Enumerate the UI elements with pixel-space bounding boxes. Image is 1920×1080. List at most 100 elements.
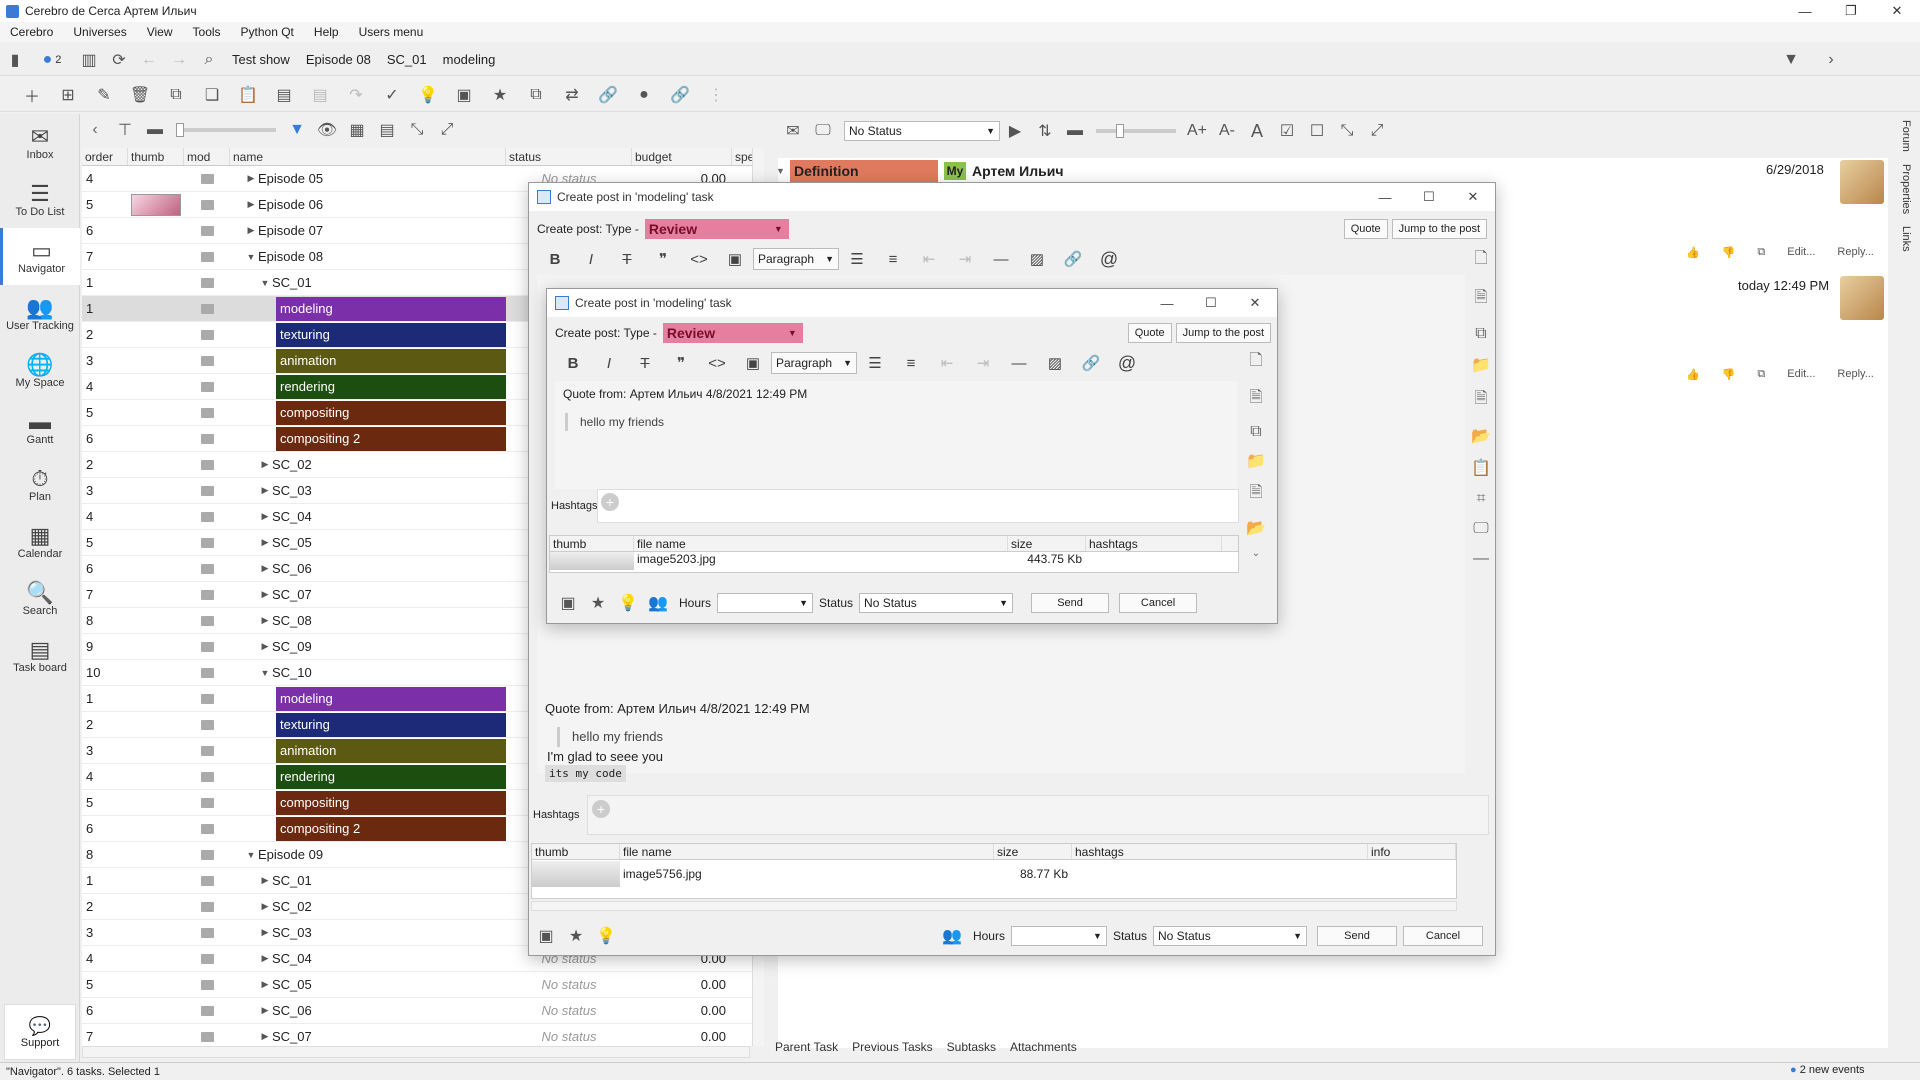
numbered-list-icon[interactable]: ≡ bbox=[875, 245, 911, 273]
monitor-icon[interactable]: 🖵 bbox=[808, 117, 838, 145]
screen-icon[interactable]: 🖵 bbox=[1473, 520, 1488, 538]
status-select[interactable]: No Status ▼ bbox=[859, 593, 1014, 613]
forum-zoom-slider[interactable] bbox=[1096, 124, 1176, 138]
users-icon[interactable]: 👥 bbox=[937, 922, 967, 950]
bold-icon[interactable]: B bbox=[555, 349, 591, 377]
breadcrumb-episode[interactable]: Episode 08 bbox=[298, 52, 379, 67]
outdent-icon[interactable]: ⇤ bbox=[929, 349, 965, 377]
expand-arrow-icon[interactable]: ▶ bbox=[258, 1031, 272, 1042]
idea-icon[interactable]: 💡 bbox=[591, 922, 621, 950]
star-icon[interactable]: ★ bbox=[583, 589, 613, 617]
copy-structure-icon[interactable]: ⧉ bbox=[158, 81, 194, 109]
blockquote-icon[interactable]: ❞ bbox=[645, 245, 681, 273]
numbered-list-icon[interactable]: ≡ bbox=[893, 349, 929, 377]
thumb-toggle-icon[interactable]: ▬ bbox=[140, 116, 170, 144]
mention-icon[interactable]: @ bbox=[1109, 349, 1145, 377]
sidebar-item-navigator[interactable]: ▭ Navigator bbox=[0, 228, 80, 285]
check-icon[interactable]: ✓ bbox=[374, 81, 410, 109]
bullet-list-icon[interactable]: ☰ bbox=[857, 349, 893, 377]
expand-arrow-icon[interactable]: ▶ bbox=[258, 485, 272, 496]
link-icon[interactable]: 🔗 bbox=[1055, 245, 1091, 273]
code-block-icon[interactable]: ▣ bbox=[717, 245, 753, 273]
col-thumb[interactable]: thumb bbox=[128, 148, 184, 165]
sidebar-item-todo[interactable]: ☰ To Do List bbox=[0, 171, 80, 228]
col-order[interactable]: order bbox=[82, 148, 128, 165]
attach-icon[interactable]: ▣ bbox=[531, 922, 561, 950]
more-icon[interactable]: ⌄ bbox=[1252, 548, 1260, 559]
copy-icon[interactable]: ⧉ bbox=[1757, 368, 1765, 381]
forward-icon[interactable]: → bbox=[164, 46, 194, 74]
post-type-select[interactable]: Review ▼ bbox=[644, 219, 789, 239]
back-icon[interactable]: ← bbox=[134, 46, 164, 74]
col-budget[interactable]: budget bbox=[632, 148, 732, 165]
hours-input[interactable]: ▼ bbox=[717, 593, 814, 613]
image-icon[interactable]: ▨ bbox=[1037, 349, 1073, 377]
tree-hscrollbar[interactable] bbox=[82, 1046, 750, 1058]
dislike-icon[interactable]: 👎 bbox=[1722, 246, 1736, 259]
strikethrough-icon[interactable]: T bbox=[627, 349, 663, 377]
expand-arrow-icon[interactable]: ▶ bbox=[258, 927, 272, 938]
italic-icon[interactable]: I bbox=[591, 349, 627, 377]
expand-arrow-icon[interactable]: ▶ bbox=[258, 511, 272, 522]
square-icon[interactable]: ☐ bbox=[1302, 117, 1332, 145]
thumb-toggle-icon[interactable]: ▬ bbox=[1060, 117, 1090, 145]
sidebar-item-plan[interactable]: ⏱ Plan bbox=[0, 456, 80, 513]
expand-arrow-icon[interactable]: ▶ bbox=[258, 1005, 272, 1016]
clipboard-disabled-icon[interactable]: ▤ bbox=[302, 81, 338, 109]
col-status[interactable]: status bbox=[506, 148, 632, 165]
table-icon[interactable]: ▦ bbox=[342, 116, 372, 144]
folder-icon[interactable]: 📁 bbox=[1471, 355, 1491, 375]
bullet-list-icon[interactable]: ☰ bbox=[839, 245, 875, 273]
col-name[interactable]: name bbox=[230, 148, 506, 165]
eye-icon[interactable]: 👁 bbox=[312, 116, 342, 144]
expand-arrow-icon[interactable]: ▶ bbox=[244, 225, 258, 236]
screenshot-icon[interactable]: ⌗ bbox=[1476, 490, 1485, 508]
reply-button[interactable]: Reply... bbox=[1837, 246, 1873, 259]
tree-row[interactable]: 7 ▶ SC_07 No status 0.00 bbox=[82, 1024, 764, 1046]
tab-links[interactable]: Links bbox=[1900, 220, 1912, 258]
report-icon[interactable]: ▣ bbox=[446, 81, 482, 109]
col-file-name[interactable]: file name bbox=[634, 536, 1008, 551]
collapse-all-icon[interactable]: ⤡ bbox=[1332, 117, 1362, 145]
sidebar-item-search[interactable]: 🔍 Search bbox=[0, 570, 80, 627]
menu-view[interactable]: View bbox=[137, 25, 183, 39]
close-icon[interactable]: ✕ bbox=[1233, 289, 1277, 317]
post-type-select[interactable]: Review ▼ bbox=[662, 323, 803, 343]
dislike-icon[interactable]: 👎 bbox=[1722, 368, 1736, 381]
col-size[interactable]: size bbox=[994, 844, 1072, 859]
expand-arrow-icon[interactable]: ▶ bbox=[258, 459, 272, 470]
horizontal-rule-icon[interactable]: — bbox=[983, 245, 1019, 273]
horizontal-rule-icon[interactable]: — bbox=[1001, 349, 1037, 377]
image-icon[interactable]: ▨ bbox=[1019, 245, 1055, 273]
collapse-arrow-icon[interactable]: ▼ bbox=[258, 668, 272, 678]
quote-button[interactable]: Quote bbox=[1127, 323, 1172, 343]
attach-icon[interactable]: ▣ bbox=[553, 589, 583, 617]
jump-to-post-button[interactable]: Jump to the post bbox=[1391, 219, 1487, 239]
minimize-icon[interactable]: — bbox=[1782, 0, 1828, 22]
users-icon[interactable]: 👥 bbox=[643, 589, 673, 617]
like-icon[interactable]: 👍 bbox=[1686, 368, 1700, 381]
edit-button[interactable]: Edit... bbox=[1787, 246, 1815, 259]
menu-python-qt[interactable]: Python Qt bbox=[231, 25, 304, 39]
outdent-icon[interactable]: ⇤ bbox=[911, 245, 947, 273]
send-button[interactable]: Send bbox=[1031, 593, 1110, 613]
mention-icon[interactable]: @ bbox=[1091, 245, 1127, 273]
expand-arrow-icon[interactable]: ▶ bbox=[258, 537, 272, 548]
expand-arrow-icon[interactable]: ▶ bbox=[258, 953, 272, 964]
tab-subtasks[interactable]: Subtasks bbox=[947, 1040, 996, 1054]
edit-button[interactable]: Edit... bbox=[1787, 368, 1815, 381]
new-file-icon[interactable]: 🗋 bbox=[1475, 247, 1488, 274]
col-file-name[interactable]: file name bbox=[620, 844, 994, 859]
col-info[interactable]: info bbox=[1368, 844, 1456, 859]
hierarchy-icon[interactable]: ⊤ bbox=[110, 116, 140, 144]
expand-arrow-icon[interactable]: ▶ bbox=[258, 979, 272, 990]
thumb-size-slider[interactable] bbox=[176, 123, 276, 137]
attach-file-icon[interactable]: 🗎 bbox=[1250, 481, 1263, 508]
sidebar-item-task-board[interactable]: ▤ Task board bbox=[0, 627, 80, 684]
collapse-arrow-icon[interactable]: ▼ bbox=[258, 278, 272, 288]
bold-icon[interactable]: B bbox=[537, 245, 573, 273]
expand-arrow-icon[interactable]: ▶ bbox=[258, 875, 272, 886]
sidebar-item-user-tracking[interactable]: 👥 User Tracking bbox=[0, 285, 80, 342]
filter-icon[interactable]: ▼ bbox=[282, 116, 312, 144]
idea-icon[interactable]: 💡 bbox=[410, 81, 446, 109]
